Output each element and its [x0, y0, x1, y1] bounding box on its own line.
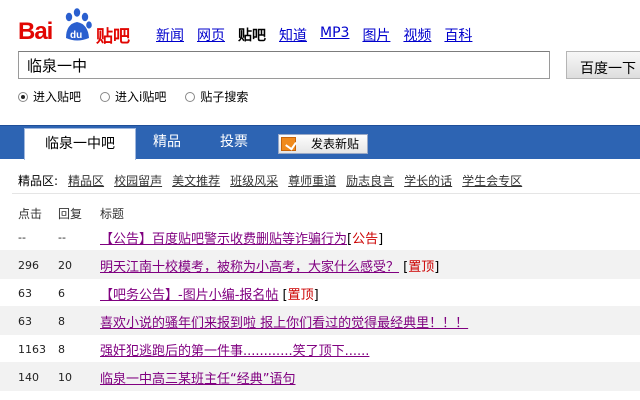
logo-bai-text: Bai — [18, 18, 53, 45]
thread-title-link[interactable]: 明天江南十校模考，被称为小高考，大家什么感受？ — [100, 260, 399, 275]
row-clicks: 296 — [18, 259, 39, 272]
divider — [12, 193, 640, 194]
row-replies: 10 — [58, 371, 72, 384]
nav-zhidao[interactable]: 知道 — [279, 25, 307, 45]
nav-mp3[interactable]: MP3 — [320, 25, 349, 45]
thread-title-link[interactable]: 【吧务公告】-图片小编-报名帖 — [100, 288, 278, 303]
essence-link[interactable]: 班级风采 — [230, 172, 278, 189]
forum-tab-bar: 临泉一中吧 精品 投票 发表新贴 — [0, 125, 640, 160]
table-row: 296 20 明天江南十校模考，被称为小高考，大家什么感受？ [置顶] — [0, 250, 640, 279]
tab-vote[interactable]: 投票 — [220, 126, 248, 159]
header-clicks: 点击 — [18, 207, 43, 221]
row-replies: 20 — [58, 259, 72, 272]
table-row: 140 10 临泉一中高三某班主任“经典”语句 — [0, 362, 640, 391]
essence-link[interactable]: 学生会专区 — [462, 172, 522, 189]
essence-link[interactable]: 尊师重道 — [288, 172, 336, 189]
radio-enter-itieba[interactable]: 进入i贴吧 — [100, 88, 166, 105]
thread-title-link[interactable]: 【公告】百度贴吧警示收费删贴等诈骗行为 — [100, 232, 347, 247]
search-input[interactable]: 临泉一中 — [18, 51, 550, 79]
tab-forum-home[interactable]: 临泉一中吧 — [24, 128, 136, 160]
table-row: -- -- 【公告】百度贴吧警示收费删贴等诈骗行为[公告] — [18, 231, 384, 247]
row-clicks: -- — [18, 231, 26, 244]
header-replies: 回复 — [58, 207, 83, 221]
thread-table-header: 点击 回复 标题 — [0, 200, 640, 224]
logo-tieba-text: 贴吧 — [96, 27, 130, 47]
nav-images[interactable]: 图片 — [362, 25, 390, 45]
radio-enter-tieba[interactable]: 进入贴吧 — [18, 88, 81, 105]
essence-label: 精品区: — [18, 174, 59, 188]
thread-title-link[interactable]: 临泉一中高三某班主任“经典”语句 — [100, 372, 295, 387]
essence-link[interactable]: 美文推荐 — [172, 172, 220, 189]
table-row: 1163 8 强奸犯逃跑后的第一件事............笑了顶下...... — [0, 334, 640, 363]
edit-pencil-icon — [281, 137, 296, 151]
search-mode-radios: 进入贴吧 进入i贴吧 贴子搜索 — [18, 88, 267, 105]
thread-tag[interactable]: 公告 — [352, 232, 378, 247]
essence-categories: 精品区: 精品区 校园留声 美文推荐 班级风采 尊师重道 励志良言 学长的话 学… — [18, 172, 532, 189]
table-row: 63 6 【吧务公告】-图片小编-报名帖 [置顶] — [18, 287, 319, 303]
nav-video[interactable]: 视频 — [403, 25, 431, 45]
radio-checked-icon[interactable] — [18, 91, 28, 102]
thread-tag[interactable]: 置顶 — [288, 288, 314, 303]
thread-tag[interactable]: 置顶 — [408, 260, 434, 275]
row-clicks: 63 — [18, 315, 32, 328]
row-replies: -- — [58, 231, 66, 244]
logo-du-text: du — [70, 30, 82, 41]
nav-baike[interactable]: 百科 — [444, 25, 472, 45]
baidu-tieba-logo[interactable]: Bai du 贴吧 — [18, 6, 138, 48]
radio-unchecked-icon[interactable] — [185, 91, 196, 102]
row-clicks: 63 — [18, 287, 32, 300]
row-replies: 8 — [58, 315, 65, 328]
table-row: 63 8 喜欢小说的骚年们来报到啦 报上你们看过的觉得最经典里！！！ — [0, 306, 640, 335]
row-replies: 6 — [58, 287, 65, 300]
top-nav: 新闻 网页 贴吧 知道 MP3 图片 视频 百科 — [156, 25, 485, 45]
row-clicks: 1163 — [18, 343, 46, 356]
essence-link[interactable]: 校园留声 — [114, 172, 162, 189]
thread-title-link[interactable]: 喜欢小说的骚年们来报到啦 报上你们看过的觉得最经典里！！！ — [100, 316, 468, 331]
nav-news[interactable]: 新闻 — [156, 25, 184, 45]
nav-tieba-current: 贴吧 — [238, 28, 266, 44]
nav-web[interactable]: 网页 — [197, 25, 225, 45]
radio-unchecked-icon[interactable] — [100, 91, 111, 102]
header-title: 标题 — [100, 207, 125, 221]
thread-title-link[interactable]: 强奸犯逃跑后的第一件事............笑了顶下...... — [100, 344, 369, 359]
baidu-paw-icon: du — [65, 8, 92, 41]
row-replies: 8 — [58, 343, 65, 356]
search-button[interactable]: 百度一下 — [566, 51, 640, 79]
row-clicks: 140 — [18, 371, 39, 384]
new-post-button[interactable]: 发表新贴 — [278, 134, 368, 154]
essence-link[interactable]: 精品区 — [68, 172, 104, 189]
radio-post-search[interactable]: 贴子搜索 — [185, 88, 248, 105]
tab-essence[interactable]: 精品 — [153, 126, 181, 159]
essence-link[interactable]: 学长的话 — [404, 172, 452, 189]
essence-link[interactable]: 励志良言 — [346, 172, 394, 189]
